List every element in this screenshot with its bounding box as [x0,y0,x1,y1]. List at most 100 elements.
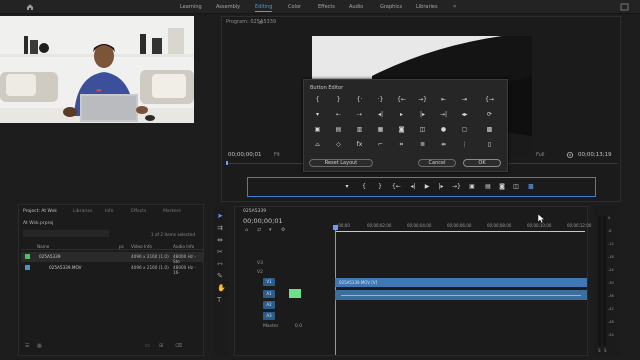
step-back-icon[interactable]: ⇤ [439,96,448,103]
icon-view-icon[interactable]: ▦ [37,343,42,349]
spacer-icon[interactable]: ▯ [485,141,494,148]
lumetri-icon[interactable]: ≣ [418,141,427,148]
clear-out-icon[interactable]: ·} [376,96,385,103]
add-marker-icon[interactable]: ▾ [313,111,322,118]
tab-editing[interactable]: Editing [255,4,273,12]
tab-libraries[interactable]: Libraries [416,4,438,10]
linked-selection-icon[interactable]: ⇄ [257,227,261,233]
play-icon[interactable]: ▸ [397,111,406,118]
snap-icon[interactable]: ⌂ [245,227,248,233]
quality-dropdown[interactable]: Full [536,152,545,158]
new-bin-icon[interactable]: ▭ [145,343,150,349]
clear-in-icon[interactable]: {· [355,96,364,103]
timeline-ruler[interactable]: ;00;00 00;00;02;00 00;00;04;00 00;00;06;… [335,221,591,233]
video-clip[interactable]: 025A5339.MOV [V] [335,278,587,287]
extract-button[interactable]: ▤ [484,183,492,191]
column-fps[interactable]: ps [119,244,124,249]
proxy-icon[interactable]: ⇹ [439,141,448,148]
timeline-settings-icon[interactable]: ⚙ [281,227,285,233]
extract-icon[interactable]: ▤ [334,126,343,133]
export-frame-icon[interactable]: ◙ [397,126,406,133]
track-a3-target[interactable]: A3 [263,312,275,320]
playhead-handle[interactable] [333,225,338,230]
play-around-icon[interactable]: ◂▸ [460,111,469,118]
tab-audio[interactable]: Audio [349,4,363,10]
trim-icon[interactable]: ⌐ [376,141,385,148]
column-video-info[interactable]: Video Info [131,244,152,249]
notifications-icon[interactable] [620,3,629,12]
track-select-icon[interactable]: ⇉ [217,224,223,232]
project-search-input[interactable] [23,230,109,237]
export-frame-button[interactable]: ◙ [498,183,506,191]
comparison-view-icon[interactable]: ◫ [418,126,427,133]
solo-toggle[interactable] [289,289,301,298]
home-icon[interactable] [26,3,34,11]
go-to-out-icon[interactable]: →} [418,96,427,103]
reset-layout-button[interactable]: Reset Layout [309,159,373,167]
tab-effects[interactable]: Effects [318,4,335,10]
fx-icon[interactable]: fx [355,141,364,148]
mark-out-button[interactable]: } [376,183,384,191]
comparison-button[interactable]: ◫ [512,183,520,191]
track-a2-target[interactable]: A2 [263,301,275,309]
play-button[interactable]: ▶ [423,183,431,191]
program-playhead[interactable] [226,161,228,165]
step-back-frame-icon[interactable]: ◂| [376,111,385,118]
cancel-button[interactable]: Cancel [418,159,456,167]
go-to-out-button[interactable]: →} [452,183,461,191]
settings-icon[interactable] [566,151,574,159]
mark-in-button[interactable]: { [360,183,368,191]
safe-margins-icon[interactable]: ▢ [460,126,469,133]
step-forward-button[interactable]: |▸ [437,183,445,191]
tab-project[interactable]: Project: At Wsk [23,209,57,214]
audio-clip[interactable] [335,290,587,300]
tab-markers[interactable]: Markers [163,209,181,214]
master-value[interactable]: 0.0 [295,324,302,329]
timeline-timecode[interactable]: 00;00;00;01 [243,217,283,225]
ok-button[interactable]: OK [463,159,501,167]
go-to-in-button[interactable]: {← [392,183,401,191]
lift-icon[interactable]: ▣ [313,126,322,133]
go-to-next-edit-icon[interactable]: →| [439,111,448,118]
marker-out-icon[interactable]: } [334,96,343,103]
tab-graphics[interactable]: Graphics [380,4,402,10]
project-row[interactable]: 025A5339 4096 x 2160 (1.0) 48000 Hz - St… [21,252,203,264]
vr-video-icon[interactable]: ⌓ [313,141,322,148]
step-forward-icon[interactable]: ⇥ [460,96,469,103]
3d-icon[interactable]: ◇ [334,141,343,148]
tab-color[interactable]: Color [288,4,301,10]
transform-icon[interactable]: ⌗ [397,141,406,148]
add-marker-icon[interactable]: ▾ [269,227,272,233]
marker-in-icon[interactable]: { [313,96,322,103]
fit-dropdown[interactable]: Fit [274,152,280,158]
pen-tool-icon[interactable]: ✎ [217,272,223,280]
tab-libraries[interactable]: Libraries [73,209,92,214]
loop-icon[interactable]: ⟳ [485,111,494,118]
ripple-edit-icon[interactable]: ⇹ [217,236,223,244]
multi-camera-icon[interactable]: ▩ [485,126,494,133]
record-icon[interactable]: ● [439,126,448,133]
solo-right-button[interactable]: S [604,348,607,353]
insert-icon[interactable]: ▥ [355,126,364,133]
tab-info[interactable]: Info [105,209,114,214]
hand-tool-icon[interactable]: ✋ [217,284,226,292]
next-marker-icon[interactable]: ⇢ [355,111,364,118]
track-v1-target[interactable]: V1 [263,278,275,286]
sequence-tab[interactable]: 025A5339 [243,209,266,214]
work-area-bar[interactable] [335,231,585,232]
track-v2-label[interactable]: V2 [257,270,263,275]
razor-tool-icon[interactable]: ✂ [217,248,223,256]
overwrite-icon[interactable]: ▦ [376,126,385,133]
prev-marker-icon[interactable]: ⇠ [334,111,343,118]
multi-camera-button[interactable]: ▩ [527,183,535,191]
more-workspaces-icon[interactable]: » [453,3,457,10]
lift-button[interactable]: ▣ [468,183,476,191]
step-back-button[interactable]: ◂| [409,183,417,191]
track-a1-target[interactable]: A1 [263,290,275,298]
new-item-icon[interactable]: ⊞ [159,343,163,349]
program-timecode[interactable]: 00;00;00;01 [228,152,262,158]
tab-learning[interactable]: Learning [180,4,202,10]
project-row[interactable]: 025A5339.MOV 4096 x 2160 (1.0) 48000 Hz … [21,263,203,275]
program-monitor-title[interactable]: Program: 025A5339 [226,19,276,25]
delete-icon[interactable]: ⌫ [175,343,182,349]
